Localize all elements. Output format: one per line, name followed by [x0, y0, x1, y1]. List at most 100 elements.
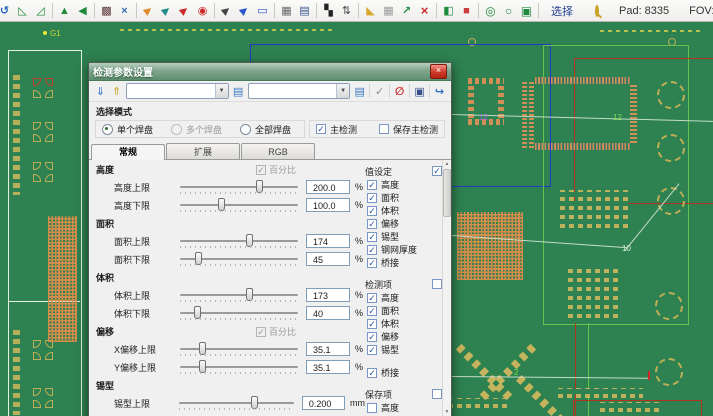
value-set-item[interactable]: 面积: [365, 191, 442, 204]
value-set-item[interactable]: 桥接: [365, 256, 442, 269]
detect-item[interactable]: 锡型: [365, 343, 442, 356]
import-template-icon[interactable]: ⇓: [94, 85, 107, 98]
circular-footprint: [657, 81, 685, 109]
detect-item[interactable]: 面积: [365, 304, 442, 317]
save-main-detect-checkbox[interactable]: 保存主检测: [379, 123, 438, 136]
delete-icon[interactable]: ×: [417, 1, 432, 21]
enable-icon[interactable]: ◧: [441, 1, 456, 21]
dialog-titlebar[interactable]: 检测参数设置 ×: [89, 63, 451, 81]
slider-thumb[interactable]: [199, 360, 206, 373]
save-item[interactable]: 高度: [365, 401, 442, 414]
template-combo-1[interactable]: ▼: [126, 83, 229, 99]
chevron-down-icon[interactable]: ▼: [336, 84, 349, 98]
tab-extended[interactable]: 扩展: [166, 143, 240, 159]
x-offset-slider[interactable]: [180, 348, 298, 350]
slider-thumb[interactable]: [199, 342, 206, 355]
scrollbar-thumb[interactable]: [443, 169, 451, 217]
pin-red-icon[interactable]: ▶: [172, 0, 196, 23]
height-upper-input[interactable]: 200.0: [306, 180, 350, 194]
value-set-item[interactable]: 偏移: [365, 217, 442, 230]
exit-icon[interactable]: ↪: [433, 85, 446, 98]
circle-draw-icon[interactable]: ○: [501, 1, 516, 21]
value-set-item[interactable]: 钢网厚度: [365, 243, 442, 256]
value-set-master-checkbox[interactable]: [432, 166, 442, 176]
camera-icon[interactable]: ▤: [297, 1, 312, 21]
confirm-icon[interactable]: ✓: [373, 85, 386, 98]
volume-lower-slider[interactable]: [180, 312, 298, 314]
chevron-down-icon[interactable]: ▼: [215, 84, 228, 98]
area-upper-slider[interactable]: [180, 240, 298, 242]
slider-thumb[interactable]: [251, 396, 258, 409]
tools-icon[interactable]: ×: [117, 1, 132, 21]
tab-general[interactable]: 常规: [91, 144, 165, 160]
area-upper-input[interactable]: 174: [306, 234, 350, 248]
slider-thumb[interactable]: [246, 234, 253, 247]
height-upper-slider[interactable]: [180, 186, 298, 188]
area-lower-slider[interactable]: [180, 258, 298, 260]
detect-item[interactable]: 偏移: [365, 330, 442, 343]
qfp-footprint-top: [468, 78, 504, 84]
apply-template2-icon[interactable]: ▤: [353, 85, 366, 98]
export-template-icon[interactable]: ⇑: [110, 85, 123, 98]
radio-single-pad[interactable]: 单个焊盘: [102, 123, 153, 136]
chart-icon[interactable]: ↗: [399, 1, 414, 21]
rotate-view-icon[interactable]: ↺: [0, 1, 12, 21]
slider-thumb[interactable]: [246, 288, 253, 301]
ruler-icon[interactable]: ◣: [363, 1, 378, 21]
tab-strip: 常规 扩展 RGB: [89, 141, 451, 160]
solder-upper-slider[interactable]: [179, 402, 294, 404]
percent-checkbox: 百分比: [256, 164, 296, 176]
volume-upper-slider[interactable]: [180, 294, 298, 296]
template-combo-2[interactable]: ▼: [248, 83, 351, 99]
value-set-item[interactable]: 锡型: [365, 230, 442, 243]
close-icon[interactable]: ×: [430, 64, 447, 79]
slider-thumb[interactable]: [195, 252, 202, 265]
y-offset-slider[interactable]: [180, 366, 298, 368]
disable-icon[interactable]: ■: [459, 1, 474, 21]
detect-items-master-checkbox[interactable]: [432, 279, 442, 289]
forbid-icon[interactable]: ∅: [393, 85, 406, 98]
radio-all-pads[interactable]: 全部焊盘: [240, 123, 291, 136]
map-marker-icon[interactable]: ◉: [195, 1, 210, 21]
slider-thumb[interactable]: [218, 198, 225, 211]
grid-icon[interactable]: ▦: [381, 1, 396, 21]
detect-item[interactable]: 桥接: [365, 366, 442, 379]
height-lower-slider[interactable]: [180, 204, 298, 206]
angle-tool-icon[interactable]: ▲: [57, 1, 72, 21]
detect-item[interactable]: 体积: [365, 317, 442, 330]
value-set-item[interactable]: 高度: [365, 178, 442, 191]
circle-inspect-icon[interactable]: ◎: [483, 1, 498, 21]
capture-icon[interactable]: ▩: [99, 1, 114, 21]
param-label: X偏移上限: [114, 343, 180, 356]
height-lower-input[interactable]: 100.0: [306, 198, 350, 212]
detect-item[interactable]: 高度: [365, 291, 442, 304]
select-rect-icon[interactable]: ▭: [255, 1, 270, 21]
scroll-up-icon[interactable]: ▲: [445, 160, 450, 168]
save-icon[interactable]: ▣: [413, 85, 426, 98]
solder-upper-input[interactable]: 0.200: [302, 396, 345, 410]
tile-view-icon[interactable]: ▚: [321, 1, 336, 21]
save-items-master-checkbox[interactable]: [432, 389, 442, 399]
area-lower-input[interactable]: 45: [306, 252, 350, 266]
value-set-item[interactable]: 体积: [365, 204, 442, 217]
magnifier-icon[interactable]: [595, 5, 599, 17]
volume-lower-input[interactable]: 40: [306, 306, 350, 320]
x-offset-input[interactable]: 35.1: [306, 342, 350, 356]
measure-triangle-icon[interactable]: ◺: [15, 1, 30, 21]
cone-tool-icon[interactable]: ◀: [75, 1, 90, 21]
scroll-down-icon[interactable]: ▼: [445, 408, 450, 416]
pad-array-icon[interactable]: ▦: [279, 1, 294, 21]
apply-template-icon[interactable]: ▤: [232, 85, 245, 98]
content-scrollbar[interactable]: ▲ ▼: [442, 160, 451, 416]
measure-triangle2-icon[interactable]: ◿: [33, 1, 48, 21]
pin-blue-icon[interactable]: ▶: [232, 0, 256, 23]
select-button[interactable]: 选择: [543, 3, 581, 19]
tab-rgb[interactable]: RGB: [241, 143, 315, 159]
y-offset-input[interactable]: 35.1: [306, 360, 350, 374]
square-inspect-icon[interactable]: ▣: [519, 1, 534, 21]
sort-icon[interactable]: ⇅: [339, 1, 354, 21]
slider-thumb[interactable]: [256, 180, 263, 193]
volume-upper-input[interactable]: 173: [306, 288, 350, 302]
main-detect-checkbox[interactable]: 主检测: [316, 123, 357, 136]
slider-thumb[interactable]: [194, 306, 201, 319]
